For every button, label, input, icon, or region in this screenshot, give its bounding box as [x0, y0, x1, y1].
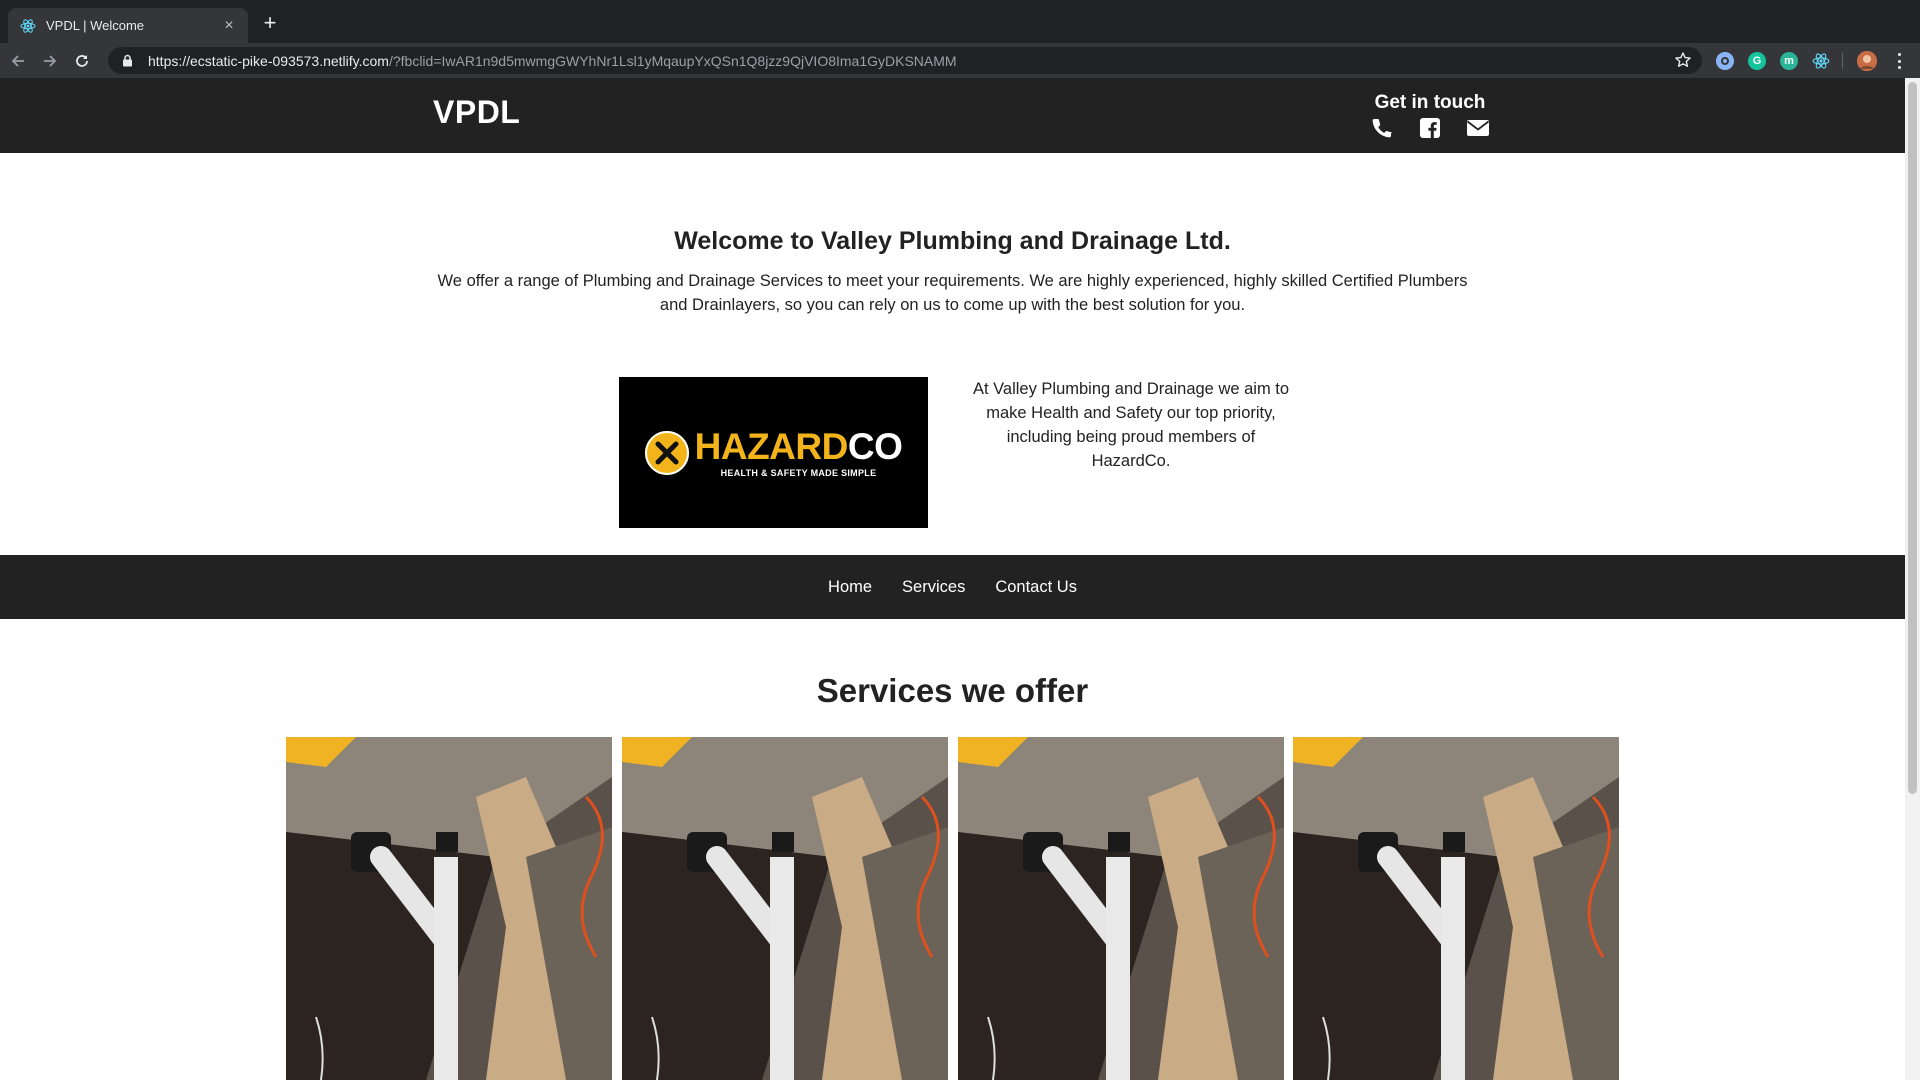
site-header: VPDL Get in touch: [0, 78, 1905, 153]
contact-title: Get in touch: [1374, 92, 1486, 113]
react-favicon-icon: [20, 18, 36, 34]
browser-tab-active[interactable]: VPDL | Welcome ×: [8, 8, 248, 43]
reload-button[interactable]: [68, 47, 96, 75]
browser-tabstrip: VPDL | Welcome × +: [0, 0, 1920, 43]
service-card-image[interactable]: [958, 737, 1284, 1080]
page-scrollbar[interactable]: [1905, 78, 1920, 1080]
tab-close-icon[interactable]: ×: [220, 17, 238, 35]
facebook-icon[interactable]: [1418, 116, 1442, 140]
browser-toolbar: https://ecstatic-pike-093573.netlify.com…: [0, 43, 1920, 78]
health-safety-text: At Valley Plumbing and Drainage we aim t…: [972, 380, 1290, 470]
nav-link-services[interactable]: Services: [902, 578, 965, 597]
hazardco-x-icon: [644, 430, 689, 475]
react-devtools-icon[interactable]: [1812, 52, 1830, 70]
address-bar[interactable]: https://ecstatic-pike-093573.netlify.com…: [108, 47, 1702, 74]
nav-link-contact-us[interactable]: Contact Us: [995, 578, 1077, 597]
site-nav: Home Services Contact Us: [0, 555, 1905, 619]
lock-icon: [122, 54, 136, 68]
pipe-photo: [622, 737, 948, 1080]
toolbar-divider: [1842, 53, 1843, 69]
forward-button[interactable]: [36, 47, 64, 75]
page-viewport: VPDL Get in touch Welcome to Valley Plum…: [0, 78, 1905, 1080]
bookmark-star-icon[interactable]: [1674, 51, 1692, 69]
hazardco-logo: HAZARDCO HEALTH & SAFETY MADE SIMPLE: [619, 377, 928, 528]
nav-link-home[interactable]: Home: [828, 578, 872, 597]
pipe-photo: [286, 737, 612, 1080]
extension-blue-icon[interactable]: [1716, 52, 1734, 70]
back-button[interactable]: [4, 47, 32, 75]
service-card-image[interactable]: [1293, 737, 1619, 1080]
service-card-image[interactable]: [622, 737, 948, 1080]
hazardco-brand-part1: HAZARD: [694, 425, 849, 467]
pipe-photo: [1293, 737, 1619, 1080]
service-card-image[interactable]: [286, 737, 612, 1080]
phone-icon[interactable]: [1370, 116, 1394, 140]
tab-title: VPDL | Welcome: [46, 18, 145, 33]
site-logo[interactable]: VPDL: [433, 94, 520, 131]
reload-icon: [76, 54, 88, 67]
services-title: Services we offer: [816, 672, 1089, 709]
new-tab-button[interactable]: +: [258, 12, 282, 36]
welcome-title: Welcome to Valley Plumbing and Drainage …: [674, 227, 1231, 255]
arrow-right-icon: [44, 54, 57, 67]
scrollbar-thumb[interactable]: [1908, 82, 1917, 794]
url-query: /?fbclid=IwAR1n9d5mwmgGWYhNr1Lsl1yMqaupY…: [388, 52, 957, 69]
mercury-icon[interactable]: m: [1780, 52, 1798, 70]
welcome-text: We offer a range of Plumbing and Drainag…: [437, 272, 1468, 314]
profile-avatar[interactable]: [1857, 51, 1877, 71]
grammarly-icon[interactable]: G: [1748, 52, 1766, 70]
url-text: https://ecstatic-pike-093573.netlify.com…: [148, 53, 957, 69]
hazardco-brand-part2: CO: [847, 425, 903, 467]
hazardco-tagline: HEALTH & SAFETY MADE SIMPLE: [720, 467, 877, 478]
url-host: https://ecstatic-pike-093573.netlify.com: [148, 52, 389, 69]
browser-menu-icon[interactable]: [1892, 51, 1906, 71]
contact-icons: [1370, 116, 1490, 140]
arrow-left-icon: [11, 54, 24, 67]
pipe-photo: [958, 737, 1284, 1080]
envelope-icon[interactable]: [1466, 116, 1490, 140]
